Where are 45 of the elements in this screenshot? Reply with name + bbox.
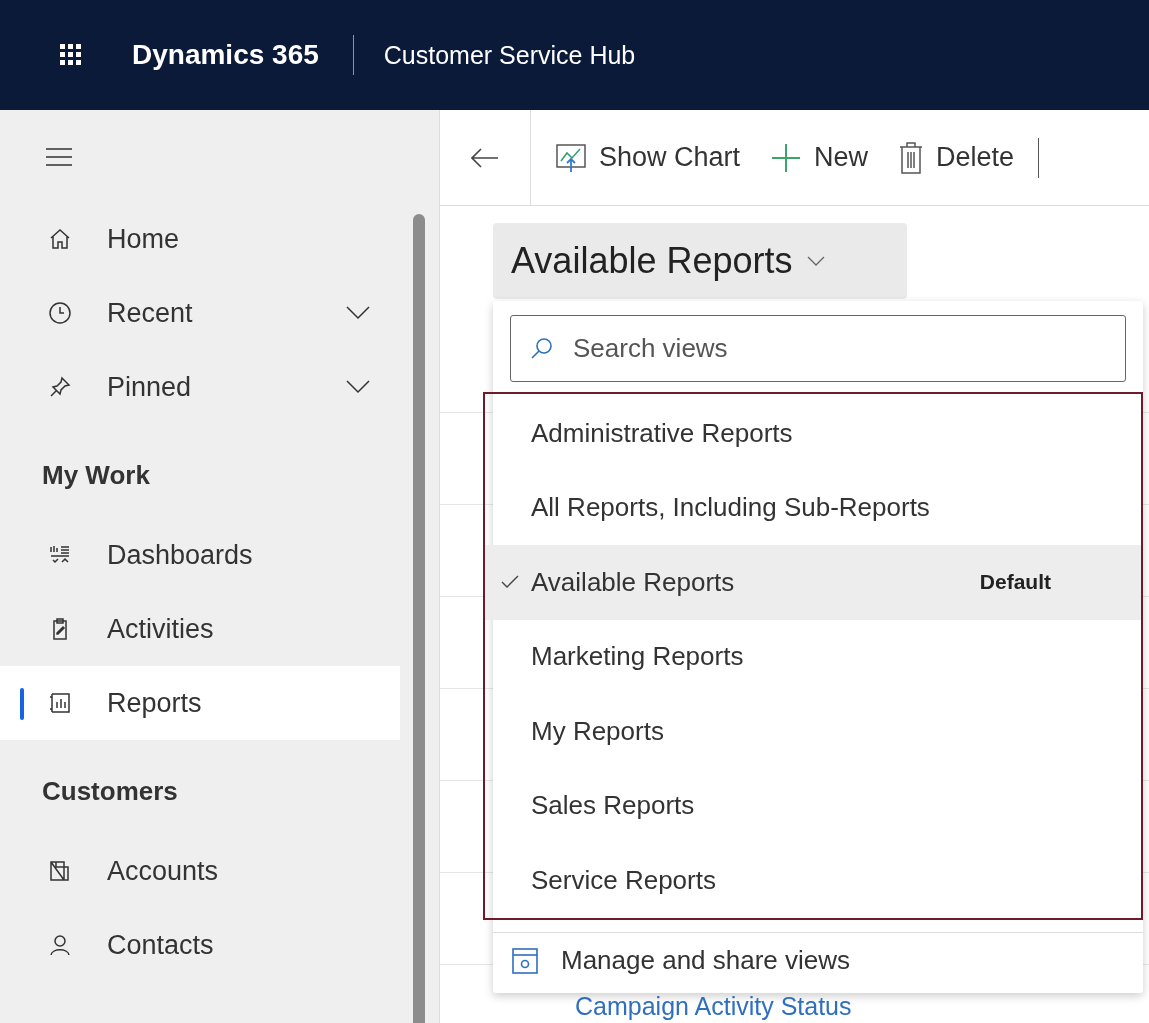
- chart-icon: [555, 142, 587, 173]
- view-selector[interactable]: Available Reports: [493, 223, 907, 299]
- view-option[interactable]: Administrative Reports: [485, 396, 1141, 471]
- chevron-icon[interactable]: [346, 380, 370, 394]
- app-area-name: Customer Service Hub: [383, 40, 636, 70]
- nav-item[interactable]: Accounts: [0, 834, 400, 908]
- record-link[interactable]: Campaign Activity Status: [575, 993, 852, 1021]
- manage-views-item[interactable]: Manage and share views: [493, 932, 1143, 989]
- nav-item[interactable]: Pinned: [0, 350, 400, 424]
- nav-item[interactable]: Recent: [0, 276, 400, 350]
- view-option[interactable]: Marketing Reports: [485, 619, 1141, 694]
- back-arrow-icon[interactable]: [471, 147, 499, 168]
- view-option[interactable]: Service Reports: [485, 843, 1141, 918]
- view-option[interactable]: My Reports: [485, 694, 1141, 769]
- nav-item[interactable]: Contacts: [0, 908, 400, 982]
- default-tag: Default: [979, 570, 1051, 595]
- chevron-icon: [806, 256, 825, 266]
- app-name[interactable]: Dynamics 365: [132, 39, 319, 71]
- search-field[interactable]: Search views: [510, 315, 1126, 382]
- scrollbar[interactable]: [413, 214, 425, 1023]
- toolbar-button[interactable]: Show Chart: [553, 142, 743, 173]
- nav-item[interactable]: Reports: [0, 666, 400, 740]
- app-launcher-icon[interactable]: [60, 44, 82, 66]
- nav-item[interactable]: Activities: [0, 592, 400, 666]
- person-icon: [48, 933, 72, 957]
- trash-icon: [898, 140, 925, 175]
- home-icon: [48, 227, 72, 251]
- clock-icon: [48, 301, 72, 325]
- section-heading: Customers: [41, 774, 179, 808]
- section-heading: My Work: [41, 458, 151, 492]
- view-option[interactable]: Sales Reports: [485, 768, 1141, 843]
- toolbar-button[interactable]: Delete: [896, 140, 1017, 175]
- checkmark-icon: [501, 575, 519, 590]
- plus-icon: [770, 141, 803, 174]
- search-icon: [530, 336, 554, 360]
- view-option[interactable]: All Reports, Including Sub-Reports: [485, 470, 1141, 545]
- report-icon: [48, 691, 72, 715]
- view-option[interactable]: Available Reports Default: [485, 545, 1141, 620]
- settings-icon: [511, 946, 539, 975]
- pin-icon: [48, 375, 72, 399]
- toolbar-button[interactable]: New: [768, 141, 871, 174]
- nav-item[interactable]: Home: [0, 202, 400, 276]
- menu-icon[interactable]: [46, 148, 72, 166]
- nav-item[interactable]: Dashboards: [0, 518, 400, 592]
- chevron-icon[interactable]: [346, 306, 370, 320]
